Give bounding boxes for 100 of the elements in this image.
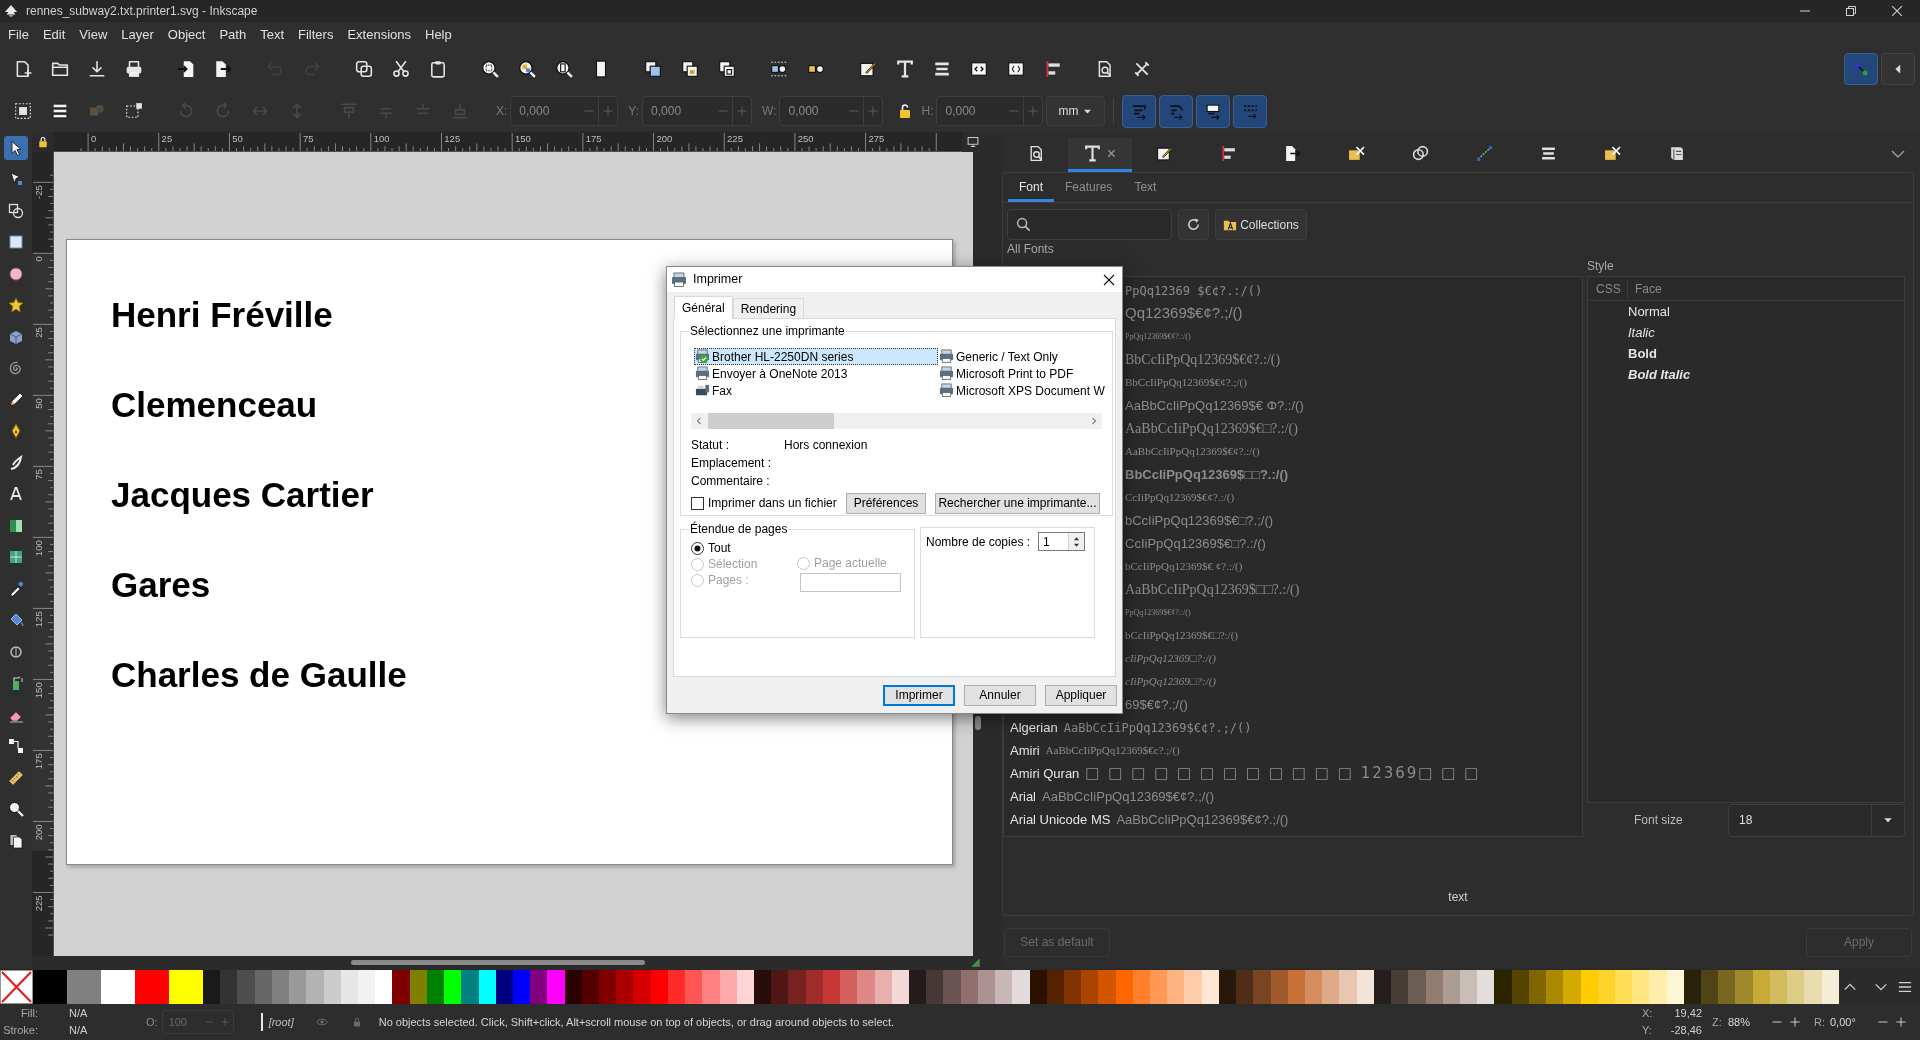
zoom-value[interactable]: 88%: [1728, 1013, 1768, 1031]
braces-icon[interactable]: [1006, 60, 1025, 78]
menu-item[interactable]: Help: [418, 25, 459, 45]
copy-icon[interactable]: [354, 60, 373, 78]
dock-tab[interactable]: ×: [1068, 138, 1132, 172]
collections-button[interactable]: Collections: [1215, 209, 1307, 240]
checkbox-icon[interactable]: [691, 496, 704, 510]
fill-stroke-icon[interactable]: [858, 60, 877, 78]
menu-item[interactable]: View: [72, 25, 115, 45]
color-swatch-icon[interactable]: [375, 970, 393, 1004]
color-swatch-icon[interactable]: [1253, 970, 1271, 1004]
dialog-button[interactable]: Annuler: [964, 684, 1036, 706]
scissors-icon[interactable]: [391, 60, 410, 78]
color-swatch-icon[interactable]: [633, 970, 651, 1004]
printer-item[interactable]: Microsoft Print to PDF: [938, 365, 1102, 382]
color-swatch-icon[interactable]: [1391, 970, 1409, 1004]
scroll-right-icon[interactable]: [1091, 416, 1097, 426]
magnifier-icon[interactable]: [554, 60, 573, 78]
color-swatch-icon[interactable]: [1012, 970, 1030, 1004]
color-swatch-icon[interactable]: [788, 970, 806, 1004]
color-swatch-icon[interactable]: [926, 970, 944, 1004]
style-item[interactable]: Normal: [1588, 301, 1904, 322]
scrollbar-thumb[interactable]: [708, 413, 834, 429]
color-swatch-icon[interactable]: [33, 970, 67, 1004]
folder-icon[interactable]: [50, 60, 69, 78]
color-swatch-icon[interactable]: [237, 970, 255, 1004]
layers-icon[interactable]: [932, 60, 951, 78]
color-swatch-icon[interactable]: [1787, 970, 1805, 1004]
checkbox[interactable]: Imprimer dans un fichier: [691, 494, 846, 512]
unit-dropdown[interactable]: mm: [1046, 96, 1106, 126]
pointer-icon[interactable]: [4, 135, 28, 160]
snap-option-toggle[interactable]: [1233, 94, 1268, 128]
spin-up-icon[interactable]: [1073, 535, 1080, 541]
color-swatch-icon[interactable]: [461, 970, 479, 1004]
layers-icon[interactable]: [50, 102, 69, 120]
color-swatch-icon[interactable]: [135, 970, 169, 1004]
font-tab[interactable]: Features: [1054, 175, 1124, 202]
snap-option-toggle[interactable]: [1122, 94, 1157, 128]
menu-item[interactable]: Object: [160, 25, 213, 45]
color-swatch-icon[interactable]: [289, 970, 307, 1004]
snap-option-toggle[interactable]: [1196, 94, 1231, 128]
printer-item[interactable]: Fax: [694, 382, 938, 399]
color-swatch-icon[interactable]: [444, 970, 462, 1004]
refresh-button[interactable]: [1178, 209, 1209, 240]
color-swatch-icon[interactable]: [392, 970, 410, 1004]
menu-item[interactable]: Path: [212, 25, 254, 45]
dialog-button[interactable]: Appliquer: [1045, 684, 1117, 706]
menu-item[interactable]: Extensions: [340, 25, 418, 45]
no-color-icon[interactable]: [0, 970, 33, 1004]
xml-editor-icon[interactable]: [969, 60, 988, 78]
radio-button[interactable]: Tout: [691, 540, 797, 556]
font-name[interactable]: Arial: [1004, 786, 1036, 807]
color-swatch-icon[interactable]: [203, 970, 221, 1004]
horizontal-scrollbar[interactable]: [691, 413, 1102, 429]
color-swatch-icon[interactable]: [101, 970, 135, 1004]
scrollbar-thumb[interactable]: [351, 959, 645, 965]
color-swatch-icon[interactable]: [1632, 970, 1650, 1004]
printer-item[interactable]: Envoyer à OneNote 2013: [694, 365, 938, 382]
color-swatch-icon[interactable]: [67, 970, 101, 1004]
style-item[interactable]: Italic: [1588, 322, 1904, 343]
menu-item[interactable]: Layer: [114, 25, 161, 45]
color-swatch-icon[interactable]: [169, 970, 203, 1004]
font-name[interactable]: Algerian: [1004, 717, 1058, 738]
color-swatch-icon[interactable]: [943, 970, 961, 1004]
font-size-combo[interactable]: 18: [1728, 803, 1905, 837]
download-icon[interactable]: [87, 60, 106, 78]
color-swatch-icon[interactable]: [1081, 970, 1099, 1004]
color-swatch-icon[interactable]: [685, 970, 703, 1004]
dialog-button[interactable]: Préférences: [846, 492, 926, 514]
color-swatch-icon[interactable]: [616, 970, 634, 1004]
guide-lock-icon[interactable]: [37, 136, 49, 148]
printer-icon[interactable]: [124, 60, 143, 78]
color-swatch-icon[interactable]: [1735, 970, 1753, 1004]
stacked-squares-icon[interactable]: [643, 60, 662, 78]
color-swatch-icon[interactable]: [1150, 970, 1168, 1004]
color-swatch-icon[interactable]: [771, 970, 789, 1004]
search-field[interactable]: [1007, 209, 1172, 240]
color-swatch-icon[interactable]: [547, 970, 565, 1004]
stacked-squares-icon[interactable]: [717, 60, 736, 78]
text-icon[interactable]: [895, 60, 914, 78]
color-swatch-icon[interactable]: [1494, 970, 1512, 1004]
import-icon[interactable]: [176, 60, 195, 78]
color-swatch-icon[interactable]: [1167, 970, 1185, 1004]
font-name[interactable]: Amiri Quran: [1004, 763, 1080, 784]
color-swatch-icon[interactable]: [702, 970, 720, 1004]
scroll-left-icon[interactable]: [696, 416, 702, 426]
menu-item[interactable]: Filters: [291, 25, 341, 45]
tools-icon[interactable]: [1132, 60, 1151, 78]
rotation-value[interactable]: 0,00°: [1830, 1013, 1874, 1031]
close-icon[interactable]: [1103, 273, 1115, 286]
style-item[interactable]: Bold: [1588, 343, 1904, 364]
snap-toggle-button[interactable]: [1844, 53, 1878, 85]
font-tab[interactable]: Font: [1008, 175, 1054, 202]
color-swatch-icon[interactable]: [840, 970, 858, 1004]
color-swatch-icon[interactable]: [1477, 970, 1495, 1004]
menu-icon[interactable]: [1898, 980, 1912, 994]
color-swatch-icon[interactable]: [306, 970, 324, 1004]
color-swatch-icon[interactable]: [1184, 970, 1202, 1004]
color-swatch-icon[interactable]: [1546, 970, 1564, 1004]
color-swatch-icon[interactable]: [1236, 970, 1254, 1004]
